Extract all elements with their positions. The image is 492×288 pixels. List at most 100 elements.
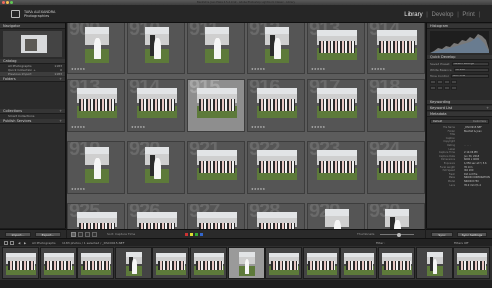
export-button[interactable]: Export... <box>35 232 61 237</box>
filmstrip[interactable] <box>0 246 492 280</box>
minimize-window-icon[interactable] <box>6 1 9 5</box>
auto-tone-button[interactable]: Auto Tone <box>450 73 489 78</box>
green-label-icon[interactable] <box>195 233 198 236</box>
filmstrip-thumbnail[interactable] <box>415 247 453 279</box>
grid-cell[interactable]: 925 <box>67 203 125 229</box>
filmstrip-thumbnail[interactable] <box>378 247 415 279</box>
collection-item-smart-collections[interactable]: Smart Collections <box>0 114 65 118</box>
grid-cell[interactable]: 920 <box>127 141 185 194</box>
filmstrip-thumbnail[interactable] <box>453 247 491 279</box>
rating-stars[interactable]: ★★★★★ <box>251 125 265 129</box>
grid-cell[interactable]: 921 <box>187 141 245 194</box>
exposure-decrease-button[interactable] <box>437 79 443 84</box>
grid-cell[interactable]: 915 <box>187 79 245 132</box>
folders-header[interactable]: Folders + <box>0 77 65 82</box>
white-balance-select[interactable]: As Shot <box>453 67 489 72</box>
contrast-increase-button[interactable] <box>444 85 450 90</box>
rating-stars[interactable]: ★★★★★ <box>71 125 85 129</box>
grid-cell[interactable]: 909★★★★★ <box>67 23 125 74</box>
exposure-decrease-large-button[interactable] <box>430 79 436 84</box>
photo-dress <box>94 37 102 60</box>
exposure-increase-large-button[interactable] <box>451 79 457 84</box>
contrast-decrease-large-button[interactable] <box>430 85 436 90</box>
add-keyword-icon[interactable]: + <box>486 106 489 111</box>
grid-cell[interactable]: 924 <box>367 141 425 194</box>
keywording-header[interactable]: Keywording <box>427 100 492 105</box>
thumbnail-grid[interactable]: 909★★★★★910911912★★★★★913★★★★★914★★★★★91… <box>67 23 425 229</box>
navigator-header[interactable]: Navigator <box>0 24 65 29</box>
grid-cell[interactable]: 919★★★★★ <box>67 141 125 194</box>
grid-cell[interactable]: 928 <box>247 203 305 229</box>
import-button[interactable]: Import... <box>5 232 31 237</box>
metadata-preset-select[interactable]: Default Customize <box>430 119 489 124</box>
module-library[interactable]: Library <box>403 12 423 18</box>
quick-develop-header[interactable]: Quick Develop <box>427 55 492 60</box>
add-folder-icon[interactable]: + <box>59 77 62 82</box>
grid-cell[interactable]: 927 <box>187 203 245 229</box>
filmstrip-thumbnail[interactable] <box>190 247 227 279</box>
grid-cell[interactable]: 916★★★★★ <box>247 79 305 132</box>
survey-view-icon[interactable] <box>92 232 97 237</box>
module-print[interactable]: Print <box>461 12 475 18</box>
yellow-label-icon[interactable] <box>190 233 193 236</box>
rating-stars[interactable]: ★★★★★ <box>71 67 85 71</box>
contrast-decrease-button[interactable] <box>437 85 443 90</box>
grid-mode-icon[interactable] <box>10 241 14 245</box>
grid-cell[interactable]: 910 <box>127 23 185 74</box>
saved-preset-select[interactable]: Default Settings <box>451 61 489 66</box>
identity-plate-logo <box>11 10 20 18</box>
filmstrip-thumbnail[interactable] <box>227 247 265 279</box>
grid-cell[interactable]: 913★★★★★ <box>307 23 365 74</box>
close-window-icon[interactable] <box>2 1 5 5</box>
grid-cell[interactable]: 911 <box>187 23 245 74</box>
filmstrip-thumbnail[interactable] <box>302 247 340 279</box>
grid-cell[interactable]: 913★★★★★ <box>67 79 125 132</box>
navigator-preview[interactable] <box>3 31 62 57</box>
keyword-list-header[interactable]: Keyword List + <box>427 106 492 111</box>
grid-cell[interactable]: 912★★★★★ <box>247 23 305 74</box>
rating-stars[interactable]: ★★★★★ <box>311 125 325 129</box>
filmstrip-thumbnail[interactable] <box>265 247 303 279</box>
grid-cell[interactable]: 917★★★★★ <box>307 79 365 132</box>
exposure-increase-button[interactable] <box>444 79 450 84</box>
filmstrip-thumbnail[interactable] <box>2 247 39 279</box>
rating-stars[interactable]: ★★★★★ <box>251 67 265 71</box>
sync-button[interactable]: Sync <box>431 232 453 237</box>
add-publish-service-icon[interactable]: + <box>59 119 62 124</box>
grid-cell[interactable]: 914★★★★★ <box>367 23 425 74</box>
filmstrip-thumbnail[interactable] <box>114 247 152 279</box>
metadata-customize-button[interactable]: Customize <box>473 120 486 124</box>
filmstrip-thumbnail[interactable] <box>152 247 190 279</box>
grid-cell[interactable]: 923 <box>307 141 365 194</box>
grid-view-icon[interactable] <box>71 232 76 237</box>
rating-stars[interactable]: ★★★★★ <box>131 125 145 129</box>
rating-stars[interactable]: ★★★★★ <box>71 187 85 191</box>
metadata-value[interactable]: 35.0 mm f/1.4 <box>464 184 481 188</box>
rating-stars[interactable]: ★★★★★ <box>251 187 265 191</box>
compare-view-icon[interactable] <box>85 232 90 237</box>
catalog-item-previous-import[interactable]: Previous Import 1183 <box>0 72 65 76</box>
filmstrip-thumbnail[interactable] <box>340 247 378 279</box>
filmstrip-thumbnail[interactable] <box>39 247 77 279</box>
rating-stars[interactable]: ★★★★★ <box>371 67 385 71</box>
publish-services-header[interactable]: Publish Services + <box>0 119 65 124</box>
contrast-increase-large-button[interactable] <box>451 85 457 90</box>
loupe-view-icon[interactable] <box>78 232 83 237</box>
grid-cell[interactable]: 914★★★★★ <box>127 79 185 132</box>
histogram-header[interactable]: Histogram <box>427 24 492 29</box>
grid-cell[interactable]: 926 <box>127 203 185 229</box>
grid-cell[interactable]: 930 <box>367 203 425 229</box>
grid-cell[interactable]: 918 <box>367 79 425 132</box>
sync-settings-button[interactable]: Sync Settings <box>457 232 487 237</box>
grid-cell[interactable]: 922★★★★★ <box>247 141 305 194</box>
grid-cell[interactable]: 929 <box>307 203 365 229</box>
rating-stars[interactable]: ★★★★★ <box>311 67 325 71</box>
metadata-header[interactable]: Metadata <box>427 112 492 117</box>
module-develop[interactable]: Develop <box>431 12 455 18</box>
thumbnail-size-slider-handle[interactable] <box>397 232 401 237</box>
filmstrip-thumbnail[interactable] <box>77 247 115 279</box>
zoom-window-icon[interactable] <box>10 1 13 5</box>
red-label-icon[interactable] <box>185 233 188 236</box>
blue-label-icon[interactable] <box>200 233 203 236</box>
second-window-icon[interactable] <box>4 241 8 245</box>
